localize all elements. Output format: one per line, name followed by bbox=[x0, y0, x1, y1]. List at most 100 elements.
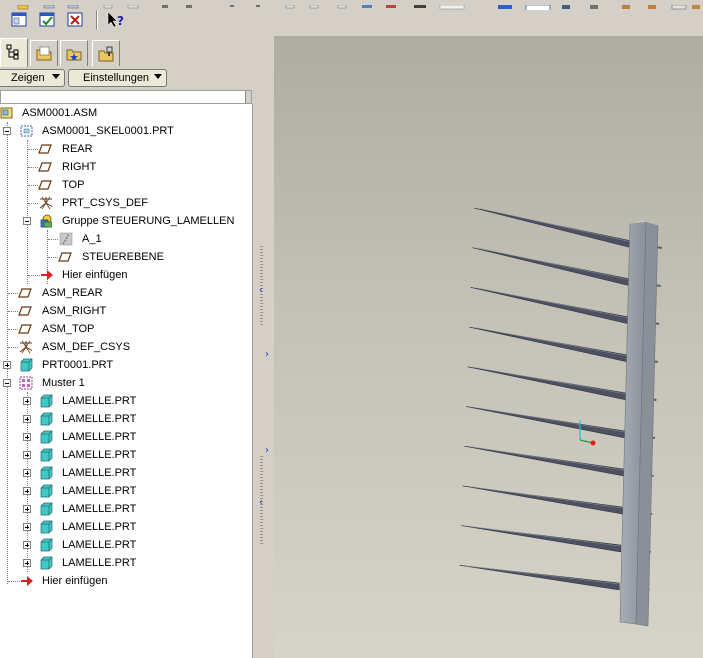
tree-item-label: PRT_CSYS_DEF bbox=[62, 197, 148, 209]
expand-icon[interactable] bbox=[23, 469, 31, 477]
panel-splitter[interactable]: ‹ › › ‹ bbox=[256, 36, 274, 658]
expand-icon[interactable] bbox=[23, 397, 31, 405]
insert-arrow-icon bbox=[21, 576, 33, 586]
expand-icon[interactable] bbox=[23, 433, 31, 441]
tab-folder-browser[interactable] bbox=[30, 40, 58, 66]
lamella[interactable] bbox=[459, 565, 620, 591]
expand-right-icon[interactable]: › bbox=[265, 446, 269, 456]
tree-item-label: ASM_RIGHT bbox=[42, 305, 107, 317]
lamella-edge bbox=[465, 565, 620, 585]
window-icon[interactable] bbox=[10, 11, 28, 29]
collapse-left-icon[interactable]: ‹ bbox=[259, 286, 263, 296]
part-icon bbox=[40, 502, 53, 516]
lamella[interactable] bbox=[461, 525, 622, 553]
part-icon bbox=[40, 412, 53, 426]
tree-connector bbox=[8, 293, 18, 294]
connections-icon bbox=[98, 46, 114, 62]
datum-plane-icon bbox=[38, 144, 52, 154]
toolbar-overflow-icons bbox=[17, 4, 700, 12]
tree-item-label: LAMELLE.PRT bbox=[62, 395, 137, 407]
context-help-icon[interactable]: ? bbox=[106, 11, 124, 29]
tree-filter-bar[interactable] bbox=[0, 90, 252, 104]
lamella-edge bbox=[473, 367, 627, 395]
tree-connector bbox=[8, 347, 18, 348]
tree-item-label: LAMELLE.PRT bbox=[62, 521, 137, 533]
tree-item-label: PRT0001.PRT bbox=[42, 359, 114, 371]
tree-item-label: Gruppe STEUERUNG_LAMELLEN bbox=[62, 215, 235, 227]
tree-item-label: ASM0001_SKEL0001.PRT bbox=[42, 125, 174, 137]
chevron-down-icon bbox=[154, 74, 162, 79]
lamella-edge bbox=[467, 525, 621, 547]
expand-icon[interactable] bbox=[3, 361, 11, 369]
tree-item-label: Hier einfügen bbox=[62, 269, 128, 281]
datum-axis-icon bbox=[59, 232, 73, 246]
lamella[interactable] bbox=[464, 445, 624, 477]
datum-plane-icon bbox=[18, 306, 32, 316]
folder-icon bbox=[36, 46, 52, 61]
part-icon bbox=[20, 358, 33, 372]
assembly-icon bbox=[0, 107, 13, 119]
tree-connector bbox=[28, 275, 40, 276]
model-tree: ASM0001.ASM ASM0001_SKEL0001.PRT REAR RI… bbox=[0, 104, 253, 658]
expand-icon[interactable] bbox=[23, 487, 31, 495]
tab-connections[interactable] bbox=[92, 40, 120, 66]
tree-item-label: LAMELLE.PRT bbox=[62, 485, 137, 497]
lamella[interactable] bbox=[465, 406, 626, 439]
tree-item-label: Hier einfügen bbox=[42, 575, 108, 587]
lamella[interactable] bbox=[469, 326, 629, 363]
tab-model-tree[interactable] bbox=[0, 38, 28, 67]
lamella[interactable] bbox=[473, 207, 633, 249]
lamella-edge bbox=[479, 208, 633, 243]
close-window-icon[interactable] bbox=[66, 11, 84, 29]
lamella-edge bbox=[478, 247, 631, 281]
lamella-edge bbox=[475, 327, 628, 357]
part-icon bbox=[40, 520, 53, 534]
tree-item-label: REAR bbox=[62, 143, 93, 155]
expand-icon[interactable] bbox=[23, 523, 31, 531]
lamella[interactable] bbox=[467, 366, 627, 401]
datum-plane-icon bbox=[38, 180, 52, 190]
svg-text:?: ? bbox=[117, 14, 124, 28]
part-icon bbox=[40, 556, 53, 570]
expand-icon[interactable] bbox=[23, 505, 31, 513]
lamella-edge bbox=[471, 406, 626, 433]
origin-marker bbox=[590, 440, 596, 446]
favorites-icon bbox=[66, 49, 82, 61]
tree-connector bbox=[28, 185, 38, 186]
part-icon bbox=[40, 394, 53, 408]
model-view[interactable] bbox=[274, 36, 703, 658]
filter-scroll-button[interactable] bbox=[245, 91, 251, 103]
show-dropdown-button[interactable]: Zeigen bbox=[0, 69, 65, 87]
tree-item-label: LAMELLE.PRT bbox=[62, 449, 137, 461]
datum-plane-icon bbox=[58, 252, 72, 262]
part-icon bbox=[40, 448, 53, 462]
part-icon bbox=[40, 430, 53, 444]
expand-icon[interactable] bbox=[23, 559, 31, 567]
toolbar-strip bbox=[0, 0, 703, 12]
tree-connector bbox=[28, 203, 38, 204]
collapse-icon[interactable] bbox=[3, 379, 11, 387]
tree-connector bbox=[28, 167, 38, 168]
lamella[interactable] bbox=[472, 247, 631, 287]
activate-window-icon[interactable] bbox=[38, 11, 56, 29]
expand-icon[interactable] bbox=[23, 415, 31, 423]
settings-dropdown-button[interactable]: Einstellungen bbox=[68, 69, 167, 87]
datum-plane-icon bbox=[18, 324, 32, 334]
tree-connector bbox=[8, 581, 20, 582]
collapse-icon[interactable] bbox=[3, 127, 11, 135]
collapse-left-icon[interactable]: ‹ bbox=[259, 498, 263, 508]
lamella[interactable] bbox=[462, 485, 623, 515]
tree-item-label: ASM0001.ASM bbox=[22, 107, 98, 119]
settings-button-label: Einstellungen bbox=[83, 72, 150, 84]
graphics-window[interactable] bbox=[274, 36, 703, 658]
expand-right-icon[interactable]: › bbox=[265, 350, 269, 360]
tab-favorites[interactable] bbox=[60, 40, 88, 66]
expand-icon[interactable] bbox=[23, 451, 31, 459]
datum-plane-icon bbox=[18, 288, 32, 298]
tree-item-label: LAMELLE.PRT bbox=[62, 539, 137, 551]
tree-button-row: Zeigen Einstellungen bbox=[0, 67, 256, 89]
collapse-icon[interactable] bbox=[23, 217, 31, 225]
tree-item-label: LAMELLE.PRT bbox=[62, 431, 137, 443]
lamella[interactable] bbox=[470, 287, 630, 325]
expand-icon[interactable] bbox=[23, 541, 31, 549]
